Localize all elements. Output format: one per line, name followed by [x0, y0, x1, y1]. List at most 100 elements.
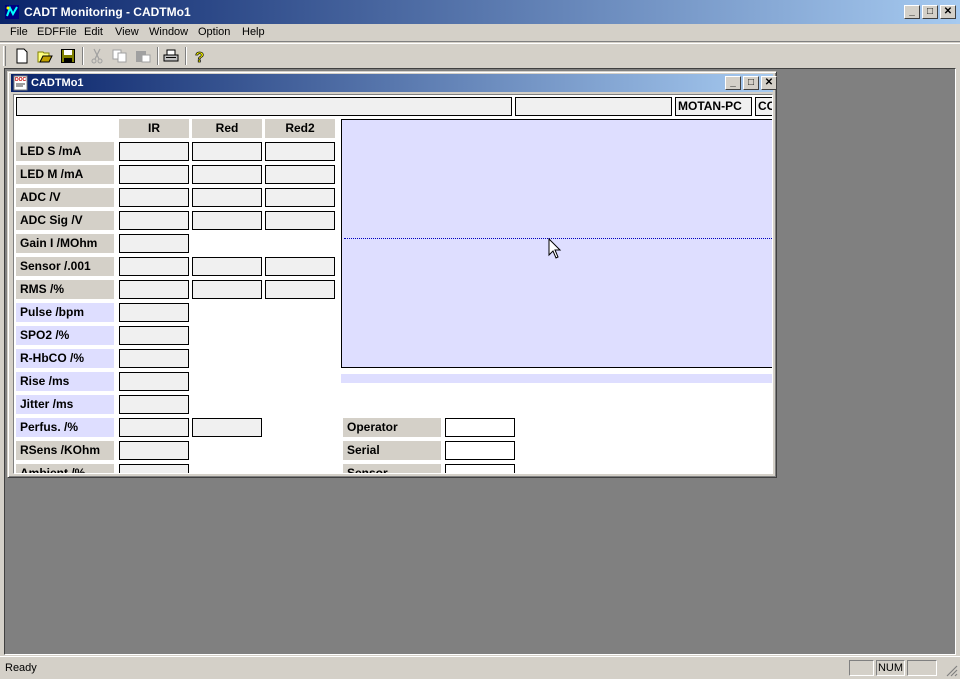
app-titlebar: CADT Monitoring - CADTMo1 _ □ ✕ [0, 0, 960, 24]
value-cell-ir [119, 326, 189, 345]
row-label: Gain I /MOhm [16, 234, 114, 253]
column-header-red2: Red2 [265, 119, 335, 138]
help-icon: ? [195, 49, 205, 64]
help-button[interactable]: ? [191, 47, 209, 65]
status-pane-num: NUM [876, 660, 905, 676]
menu-view[interactable]: View [115, 26, 139, 38]
new-icon [16, 48, 28, 64]
row-label: ADC /V [16, 188, 114, 207]
value-cell-ir [119, 234, 189, 253]
new-button[interactable] [13, 47, 31, 65]
child-minimize-button[interactable]: _ [725, 76, 741, 90]
value-cell-red2 [265, 188, 335, 207]
app-title: CADT Monitoring - CADTMo1 [24, 5, 191, 19]
value-cell-red [192, 142, 262, 161]
value-cell-ir [119, 372, 189, 391]
print-button[interactable] [162, 47, 180, 65]
document-icon: DOC [13, 75, 28, 91]
paste-button[interactable] [134, 47, 152, 65]
child-maximize-button[interactable]: □ [743, 76, 759, 90]
menu-option[interactable]: Option [198, 26, 230, 38]
print-icon [163, 49, 179, 62]
save-icon [61, 49, 75, 63]
row-label: Rise /ms [16, 372, 114, 391]
value-cell-ir [119, 418, 189, 437]
toolbar-separator [82, 47, 84, 65]
copy-icon [112, 49, 127, 63]
svg-text:?: ? [195, 49, 204, 64]
row-label: ADC Sig /V [16, 211, 114, 230]
value-cell-red [192, 188, 262, 207]
info-label: Operator [343, 418, 441, 437]
status-text: Ready [5, 662, 37, 674]
row-label: SPO2 /% [16, 326, 114, 345]
menu-help[interactable]: Help [242, 26, 265, 38]
plot-scroll-bar[interactable] [341, 374, 772, 383]
save-button[interactable] [59, 47, 77, 65]
menu-bar: File EDFFile Edit View Window Option Hel… [0, 24, 960, 42]
status-pane-caps [849, 660, 874, 676]
value-cell-red [192, 257, 262, 276]
mouse-cursor-icon [548, 238, 562, 259]
menu-edit[interactable]: Edit [84, 26, 103, 38]
row-label: RMS /% [16, 280, 114, 299]
open-button[interactable] [36, 47, 54, 65]
value-cell-red2 [265, 257, 335, 276]
copy-button[interactable] [111, 47, 129, 65]
row-label: R-HbCO /% [16, 349, 114, 368]
value-cell-red2 [265, 142, 335, 161]
menu-edffile[interactable]: EDFFile [37, 26, 77, 38]
row-label: Sensor /.001 [16, 257, 114, 276]
info-label: Serial [343, 441, 441, 460]
value-cell-ir [119, 395, 189, 414]
value-cell-red2 [265, 211, 335, 230]
port-field: CC [755, 97, 772, 116]
menu-window[interactable]: Window [149, 26, 188, 38]
cut-button[interactable] [88, 47, 106, 65]
value-cell-ir [119, 142, 189, 161]
info-input-serial[interactable] [445, 441, 515, 460]
message-field [16, 97, 512, 116]
child-titlebar: DOC CADTMo1 _ □ ✕ [11, 74, 777, 92]
row-label: Jitter /ms [16, 395, 114, 414]
close-button[interactable]: ✕ [940, 5, 956, 19]
value-cell-ir [119, 349, 189, 368]
column-header-red: Red [192, 119, 262, 138]
value-cell-red2 [265, 165, 335, 184]
value-cell-red [192, 418, 262, 437]
value-cell-red [192, 211, 262, 230]
minimize-button[interactable]: _ [904, 5, 920, 19]
paste-icon [136, 51, 151, 63]
value-cell-ir [119, 441, 189, 460]
toolbar-separator [185, 47, 187, 65]
app-icon [5, 5, 19, 19]
toolbar-separator [157, 47, 159, 65]
row-label: Pulse /bpm [16, 303, 114, 322]
status-field [515, 97, 672, 116]
value-cell-ir [119, 165, 189, 184]
info-input-sensor[interactable] [445, 464, 515, 473]
child-window: DOC CADTMo1 _ □ ✕ MOTAN-PC CC IR Red Red… [7, 71, 777, 478]
row-label: LED S /mA [16, 142, 114, 161]
toolbar-grip[interactable] [3, 46, 6, 66]
row-label: Ambient /% [16, 464, 114, 473]
child-title: CADTMo1 [31, 77, 84, 89]
cut-icon [91, 48, 103, 64]
column-header-ir: IR [119, 119, 189, 138]
computer-name-field: MOTAN-PC [675, 97, 752, 116]
row-label: Perfus. /% [16, 418, 114, 437]
monitoring-panel: MOTAN-PC CC IR Red Red2 LED S /mA LED M /… [13, 94, 773, 474]
value-cell-ir [119, 211, 189, 230]
value-cell-red [192, 280, 262, 299]
value-cell-ir [119, 303, 189, 322]
menu-file[interactable]: File [10, 26, 28, 38]
value-cell-ir [119, 464, 189, 473]
value-cell-ir [119, 257, 189, 276]
child-close-button[interactable]: ✕ [761, 76, 777, 90]
value-cell-red2 [265, 280, 335, 299]
resize-grip-icon[interactable] [946, 665, 958, 677]
maximize-button[interactable]: □ [922, 5, 938, 19]
value-cell-ir [119, 280, 189, 299]
info-input-operator[interactable] [445, 418, 515, 437]
svg-text:DOC: DOC [15, 77, 27, 83]
